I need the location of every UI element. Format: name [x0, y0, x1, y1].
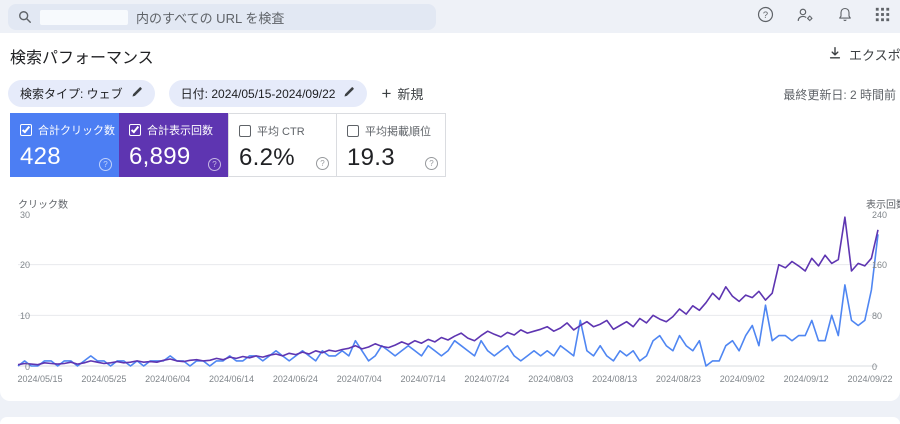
next-section-card	[0, 417, 900, 424]
edit-pencil-icon	[343, 86, 355, 101]
right-axis-tick: 0	[872, 361, 878, 372]
x-axis-date-label: 2024/09/22	[847, 374, 893, 384]
help-circle-icon[interactable]: ?	[99, 158, 112, 171]
x-axis-date-label: 2024/08/03	[528, 374, 574, 384]
left-axis-tick: 20	[19, 260, 30, 271]
plus-icon: +	[381, 84, 392, 103]
x-axis-date-label: 2024/06/14	[209, 374, 255, 384]
performance-chart[interactable]: クリック数 表示回数 2024/05/152024/05/252024/06/0…	[0, 195, 900, 395]
redacted-site-name	[40, 9, 128, 25]
metric-cards: 合計クリック数 428 ? 合計表示回数 6,899 ? 平均 CTR 6.2%…	[10, 113, 446, 177]
total-impressions-value: 6,899	[129, 143, 191, 170]
export-label: エクスポート	[849, 48, 900, 63]
x-axis-date-label: 2024/08/13	[592, 374, 638, 384]
new-filter-label: 新規	[397, 87, 424, 102]
x-axis-date-label: 2024/05/25	[81, 374, 127, 384]
impressions-line[interactable]	[17, 216, 879, 366]
average-ctr-label: 平均 CTR	[257, 126, 305, 138]
x-axis-date-label: 2024/06/04	[145, 374, 191, 384]
page-title: 検索パフォーマンス	[10, 50, 154, 67]
total-clicks-value: 428	[20, 143, 61, 170]
top-bar: 内のすべての URL を検査 ?	[0, 0, 900, 33]
search-type-chip[interactable]: 検索タイプ: ウェブ	[8, 80, 155, 107]
x-axis-labels: 2024/05/15 2024/05/25 2024/06/04 2024/06/14…	[0, 374, 900, 388]
search-hint-text: 内のすべての URL を検査	[136, 10, 285, 26]
edit-pencil-icon	[131, 86, 143, 101]
download-icon	[828, 46, 842, 63]
url-inspection-search-input[interactable]: 内のすべての URL を検査	[8, 4, 436, 30]
x-axis-date-label: 2024/06/24	[272, 374, 318, 384]
right-axis-tick: 160	[872, 260, 888, 271]
performance-chart-svg[interactable]	[0, 195, 900, 395]
help-circle-icon[interactable]: ?	[208, 158, 221, 171]
x-axis-date-label: 2024/05/15	[17, 374, 63, 384]
average-position-label: 平均掲載順位	[365, 126, 431, 138]
user-settings-icon[interactable]	[796, 6, 815, 28]
date-range-chip[interactable]: 日付: 2024/05/15-2024/09/22	[168, 80, 368, 107]
date-range-chip-label: 日付: 2024/05/15-2024/09/22	[180, 87, 336, 101]
search-type-chip-label: 検索タイプ: ウェブ	[20, 87, 123, 101]
left-axis-tick: 30	[19, 209, 30, 220]
average-ctr-value: 6.2%	[239, 144, 295, 171]
apps-grid-icon[interactable]	[875, 7, 890, 27]
filter-row: 検索タイプ: ウェブ 日付: 2024/05/15-2024/09/22 + 新…	[8, 80, 423, 107]
x-axis-date-label: 2024/07/04	[336, 374, 382, 384]
x-axis-date-label: 2024/09/12	[783, 374, 829, 384]
help-icon[interactable]: ?	[757, 6, 774, 28]
total-clicks-card[interactable]: 合計クリック数 428 ?	[10, 113, 119, 177]
average-ctr-card[interactable]: 平均 CTR 6.2% ?	[228, 113, 337, 177]
checked-checkbox-icon[interactable]	[129, 124, 141, 136]
total-impressions-card[interactable]: 合計表示回数 6,899 ?	[119, 113, 228, 177]
svg-text:?: ?	[763, 9, 768, 19]
right-axis-tick: 240	[872, 209, 888, 220]
average-position-value: 19.3	[347, 144, 395, 171]
total-impressions-label: 合計表示回数	[147, 125, 213, 137]
left-axis-tick: 10	[19, 310, 30, 321]
left-axis-tick: 0	[24, 361, 30, 372]
unchecked-checkbox-icon[interactable]	[347, 125, 359, 137]
x-axis-date-label: 2024/07/24	[464, 374, 510, 384]
checked-checkbox-icon[interactable]	[20, 124, 32, 136]
help-circle-icon[interactable]: ?	[316, 157, 329, 170]
notifications-bell-icon[interactable]	[837, 6, 853, 28]
average-position-card[interactable]: 平均掲載順位 19.3 ?	[337, 113, 446, 177]
search-console-screen: 内のすべての URL を検査 ? 検索パフォーマンス エクスポート	[0, 0, 900, 424]
right-axis-tick: 80	[872, 310, 883, 321]
new-filter-button[interactable]: + 新規	[381, 84, 423, 103]
export-button[interactable]: エクスポート	[828, 45, 900, 64]
x-axis-date-label: 2024/09/02	[719, 374, 765, 384]
search-icon	[18, 10, 32, 24]
last-updated-text: 最終更新日: 2 時間前	[783, 88, 896, 102]
clicks-line[interactable]	[17, 234, 879, 367]
x-axis-date-label: 2024/08/23	[655, 374, 701, 384]
x-axis-date-label: 2024/07/14	[400, 374, 446, 384]
total-clicks-label: 合計クリック数	[38, 125, 115, 137]
help-circle-icon[interactable]: ?	[425, 157, 438, 170]
unchecked-checkbox-icon[interactable]	[239, 125, 251, 137]
